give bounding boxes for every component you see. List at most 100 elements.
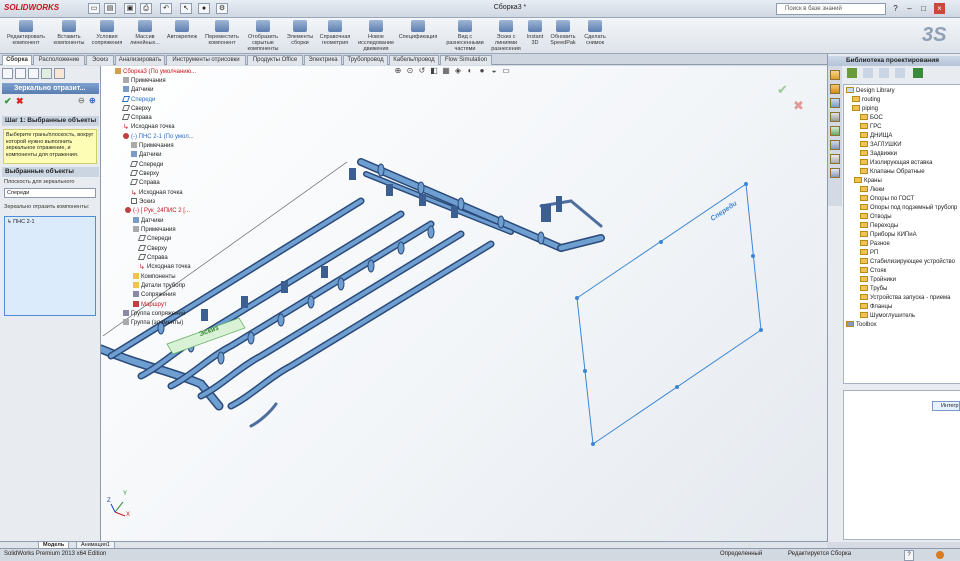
- forum-icon[interactable]: [830, 154, 840, 164]
- library-item[interactable]: Приборы КИПиА: [860, 231, 917, 240]
- tree-item[interactable]: Датчики: [123, 86, 153, 95]
- help-button[interactable]: ?: [904, 550, 914, 561]
- tree-item[interactable]: Маршрут: [133, 301, 167, 310]
- print-icon[interactable]: ⎙: [140, 3, 152, 14]
- library-item[interactable]: Design Library: [846, 87, 895, 96]
- selected-objects-header[interactable]: Выбранные объекты: [2, 167, 99, 177]
- tree-root[interactable]: Сборка3 (По умолчанию...: [115, 68, 196, 77]
- back-button[interactable]: ⊖: [78, 96, 85, 106]
- step1-header[interactable]: Шаг 1: Выбранные объекты: [2, 116, 99, 126]
- assembly-features-button[interactable]: Элементы сборки: [284, 20, 316, 52]
- tree-item[interactable]: Примечания: [133, 226, 176, 235]
- tree-item[interactable]: Группа сопряжений: [123, 310, 185, 319]
- cancel-button[interactable]: ✖: [16, 96, 24, 106]
- library-item[interactable]: Тройники: [860, 276, 896, 285]
- close-button[interactable]: ×: [934, 3, 945, 14]
- tree-item[interactable]: ↳ Исходная точка: [131, 189, 183, 198]
- show-hidden-button[interactable]: Отобразить скрытые компоненты: [244, 20, 282, 52]
- tree-item[interactable]: Сверху: [129, 170, 159, 179]
- file-explorer-icon[interactable]: [830, 98, 840, 108]
- refresh-icon[interactable]: [895, 68, 905, 78]
- tab-flow-simulation[interactable]: Flow Simulation: [440, 55, 492, 65]
- tree-item[interactable]: (-) ПНС 2-1 (По умол...: [123, 133, 194, 142]
- appearances-icon[interactable]: [830, 126, 840, 136]
- configuration-manager-icon[interactable]: [28, 68, 39, 79]
- tree-item[interactable]: Справа: [121, 114, 152, 123]
- bom-button[interactable]: Спецификация: [398, 20, 438, 52]
- library-item[interactable]: Люки: [860, 186, 884, 195]
- library-item[interactable]: Отводы: [860, 213, 892, 222]
- dimxpert-icon[interactable]: [41, 68, 52, 79]
- exploded-view-button[interactable]: Вид с разнесенными частями: [442, 20, 488, 52]
- tree-item[interactable]: Эскиз: [131, 198, 155, 207]
- library-item[interactable]: routing: [852, 96, 880, 105]
- explode-line-sketch-button[interactable]: Эскиз с линиями разнесения: [490, 20, 522, 52]
- take-snapshot-button[interactable]: Сделать снимок: [580, 20, 610, 52]
- ok-button[interactable]: ✔: [4, 96, 12, 106]
- tree-item[interactable]: Сверху: [137, 245, 167, 254]
- library-item[interactable]: Изолирующая вставка: [860, 159, 932, 168]
- library-item[interactable]: Задвижки: [860, 150, 897, 159]
- library-item[interactable]: ЗАГЛУШКИ: [860, 141, 902, 150]
- graphics-area[interactable]: ⊕ ⊙ ↺ ◧ ▦ ◈ ◐ ● ◒ ▭ ✔ ✖ Спереди Эскиз Y …: [101, 66, 827, 542]
- library-item[interactable]: piping: [852, 105, 878, 114]
- smart-fasteners-button[interactable]: Автокрепеж: [164, 20, 200, 52]
- next-button[interactable]: ⊕: [89, 96, 96, 106]
- mirror-plane-field[interactable]: Спереди: [4, 188, 96, 198]
- library-item[interactable]: Фланцы: [860, 303, 892, 312]
- insert-components-button[interactable]: Вставить компоненты: [50, 20, 88, 52]
- mate-button[interactable]: Условия сопряжения: [90, 20, 124, 52]
- library-item[interactable]: Шумоглушитель: [860, 312, 915, 321]
- library-item[interactable]: Опоры под подземный трубопр: [860, 204, 957, 213]
- library-item[interactable]: БОС: [860, 114, 883, 123]
- library-item[interactable]: Стояк: [860, 267, 886, 276]
- tree-item[interactable]: Справа: [137, 254, 168, 263]
- instant3d-button[interactable]: Instant 3D: [524, 20, 546, 52]
- edit-component-button[interactable]: Редактировать компонент: [4, 20, 48, 52]
- tree-item[interactable]: (-) [ Рук_24ПИС 2 [...: [125, 207, 190, 216]
- options-icon[interactable]: ⚙: [216, 3, 228, 14]
- tree-item[interactable]: Датчики: [133, 217, 163, 226]
- library-item[interactable]: Краны: [854, 177, 882, 186]
- tree-item[interactable]: Сопряжения: [133, 291, 176, 300]
- list-item[interactable]: ↳ ПНС 2-1: [7, 219, 93, 225]
- library-item[interactable]: Toolbox: [846, 321, 877, 330]
- library-item[interactable]: Устройства запуска - приема: [860, 294, 951, 303]
- library-item[interactable]: Трубы: [860, 285, 887, 294]
- tab-assembly[interactable]: Сборка: [2, 55, 32, 65]
- solidworks-resources-icon[interactable]: [830, 70, 840, 80]
- library-item[interactable]: ГРС: [860, 123, 882, 132]
- tree-item[interactable]: Спереди: [129, 161, 163, 170]
- toolbox-icon[interactable]: [830, 168, 840, 178]
- tab-piping[interactable]: Трубопровод: [343, 55, 388, 65]
- tab-office-products[interactable]: Продукты Office: [247, 55, 303, 65]
- tree-item[interactable]: Спереди: [121, 96, 155, 105]
- search-input[interactable]: Поиск в базе знаний: [776, 3, 886, 15]
- library-item[interactable]: Переходы: [860, 222, 898, 231]
- tab-render-tools[interactable]: Инструменты отрисовки: [166, 55, 246, 65]
- tab-evaluate[interactable]: Анализировать: [115, 55, 165, 65]
- tab-layout[interactable]: Расположение: [33, 55, 85, 65]
- new-icon[interactable]: ▭: [88, 3, 100, 14]
- rebuild-icon[interactable]: ●: [198, 3, 210, 14]
- library-item[interactable]: Опоры по ГОСТ: [860, 195, 914, 204]
- tree-item[interactable]: Группа (элементы): [123, 319, 183, 328]
- properties-icon[interactable]: [913, 68, 923, 78]
- tree-item[interactable]: Примечания: [123, 77, 166, 86]
- library-item[interactable]: Стабилизирующее устройство: [860, 258, 955, 267]
- integration-badge[interactable]: Интегр: [932, 401, 960, 411]
- tree-item[interactable]: ↳ Исходная точка: [123, 123, 175, 132]
- tree-item[interactable]: Спереди: [137, 235, 171, 244]
- library-item[interactable]: Разное: [860, 240, 890, 249]
- display-manager-icon[interactable]: [54, 68, 65, 79]
- property-manager-icon[interactable]: [15, 68, 26, 79]
- tree-item[interactable]: Датчики: [131, 151, 161, 160]
- tab-sketch[interactable]: Эскиз: [86, 55, 114, 65]
- tree-item[interactable]: Сверху: [121, 105, 151, 114]
- view-palette-icon[interactable]: [830, 112, 840, 122]
- tab-electrical[interactable]: Электрика: [304, 55, 342, 65]
- move-component-button[interactable]: Переместить компонент: [202, 20, 242, 52]
- rebuild-indicator-icon[interactable]: [936, 551, 944, 559]
- save-icon[interactable]: ▣: [124, 3, 136, 14]
- tree-item[interactable]: ↳ Исходная точка: [139, 263, 191, 272]
